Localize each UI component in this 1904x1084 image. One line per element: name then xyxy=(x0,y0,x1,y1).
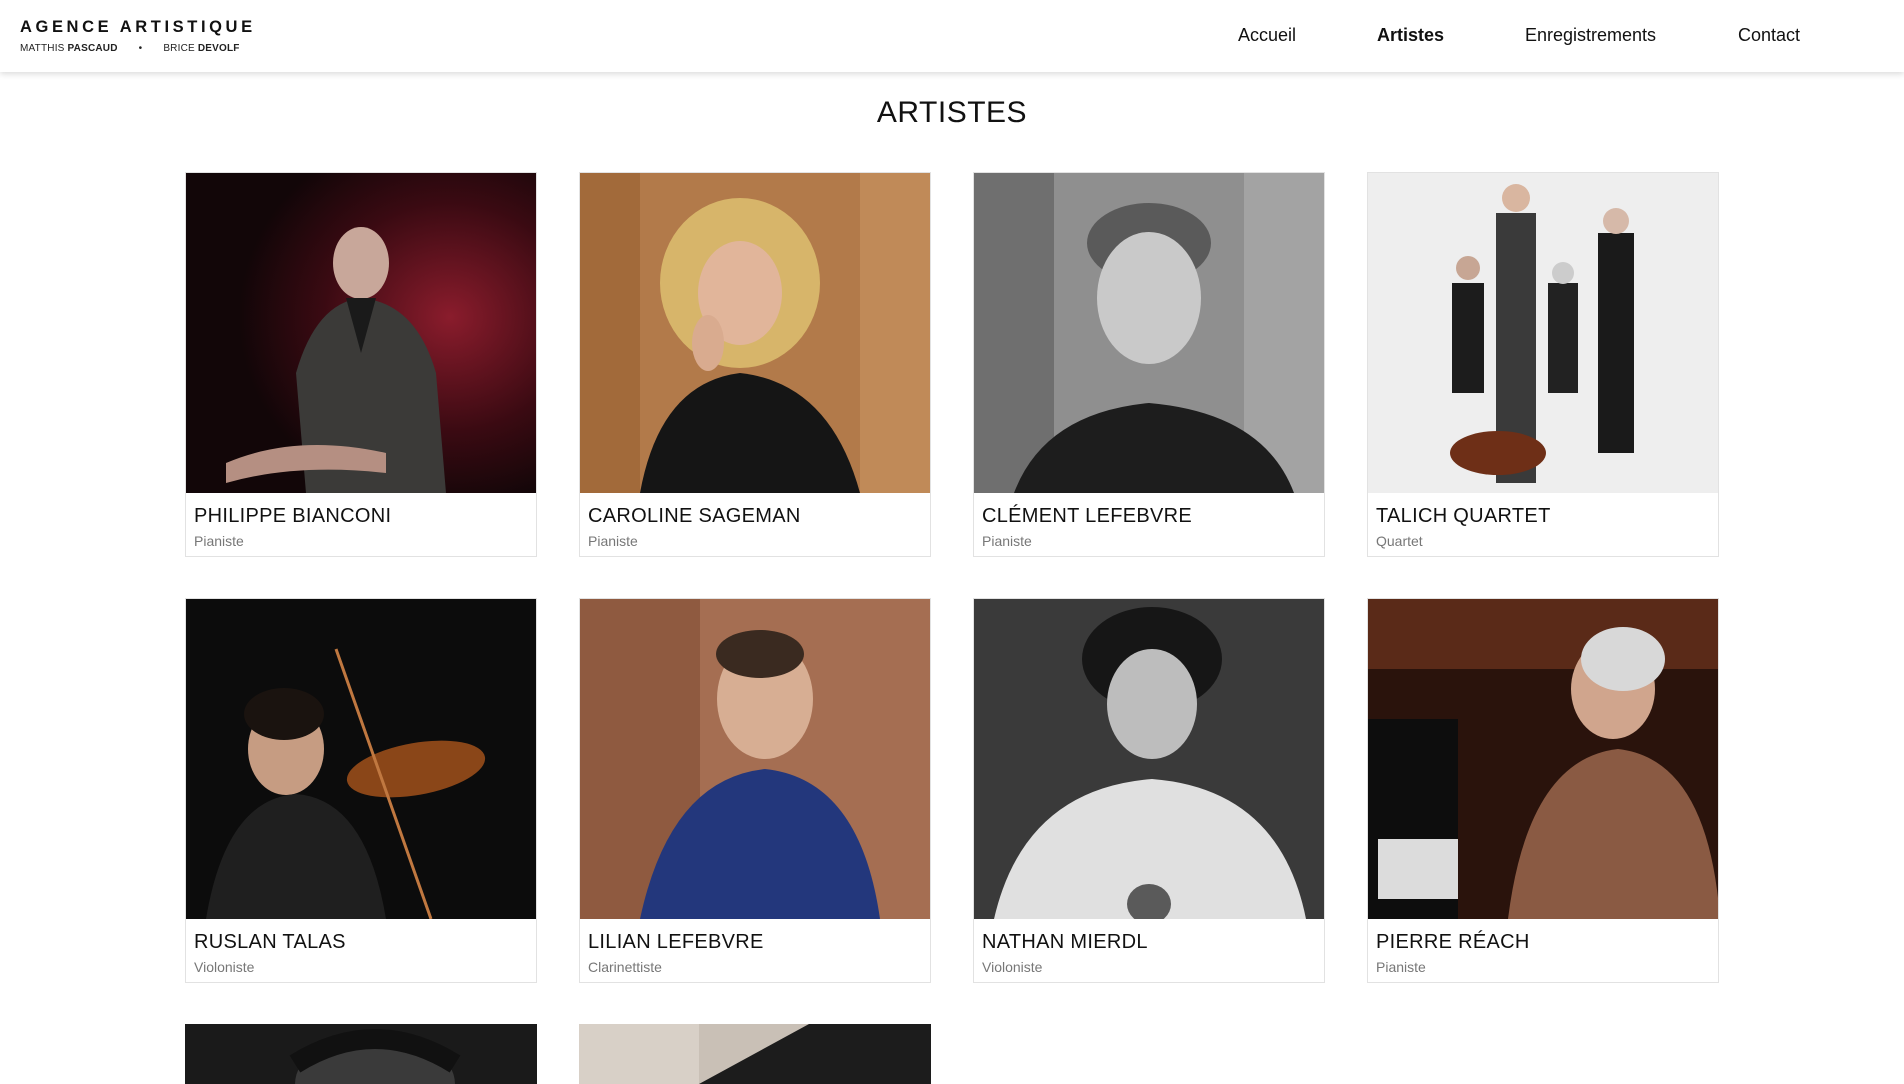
artist-photo xyxy=(580,173,930,493)
artist-card-ruslan-talas[interactable]: RUSLAN TALAS Violoniste xyxy=(185,598,537,983)
logo-subtitle: MATTHIS PASCAUD • BRICE DEVOLF xyxy=(20,43,256,54)
nav-item-contact[interactable]: Contact xyxy=(1738,25,1800,46)
artist-name: LILIAN LEFEBVRE xyxy=(588,931,764,953)
artist-card-clement-lefebvre[interactable]: CLÉMENT LEFEBVRE Pianiste xyxy=(973,172,1325,557)
page-title: ARTISTES xyxy=(876,96,1028,129)
logo-separator: • xyxy=(138,43,143,54)
nav-item-enregistrements[interactable]: Enregistrements xyxy=(1525,25,1656,46)
artist-photo xyxy=(1368,599,1718,919)
artist-card-nathan-mierdl[interactable]: NATHAN MIERDL Violoniste xyxy=(973,598,1325,983)
artist-role: Violoniste xyxy=(194,959,255,975)
artist-role: Quartet xyxy=(1376,533,1423,549)
logo-person1-first: MATTHIS xyxy=(20,43,65,54)
artist-name: RUSLAN TALAS xyxy=(194,931,346,953)
artist-photo xyxy=(579,1024,931,1084)
artist-card-pierre-reach[interactable]: PIERRE RÉACH Pianiste xyxy=(1367,598,1719,983)
artist-name: TALICH QUARTET xyxy=(1376,505,1551,527)
artist-photo xyxy=(580,599,930,919)
artist-name: NATHAN MIERDL xyxy=(982,931,1148,953)
artist-photo xyxy=(185,1024,537,1084)
artist-name: CLÉMENT LEFEBVRE xyxy=(982,505,1193,527)
logo-person1-last: PASCAUD xyxy=(67,43,118,54)
artist-card-philippe-bianconi[interactable]: PHILIPPE BIANCONI Pianiste xyxy=(185,172,537,557)
agency-logo[interactable]: AGENCE ARTISTIQUE MATTHIS PASCAUD • BRIC… xyxy=(20,18,256,54)
artist-role: Clarinettiste xyxy=(588,959,662,975)
artist-card-caroline-sageman[interactable]: CAROLINE SAGEMAN Pianiste xyxy=(579,172,931,557)
artist-card-lilian-lefebvre[interactable]: LILIAN LEFEBVRE Clarinettiste xyxy=(579,598,931,983)
site-header: AGENCE ARTISTIQUE MATTHIS PASCAUD • BRIC… xyxy=(0,0,1904,72)
artist-card-talich-quartet[interactable]: TALICH QUARTET Quartet xyxy=(1367,172,1719,557)
artist-photo xyxy=(1368,173,1718,493)
artist-role: Pianiste xyxy=(194,533,244,549)
nav-item-artistes[interactable]: Artistes xyxy=(1377,25,1444,46)
nav-item-accueil[interactable]: Accueil xyxy=(1238,25,1296,46)
logo-person2-last: DEVOLF xyxy=(197,43,240,54)
artist-photo xyxy=(186,173,536,493)
artist-role: Pianiste xyxy=(982,533,1032,549)
artist-photo xyxy=(974,599,1324,919)
logo-title: AGENCE ARTISTIQUE xyxy=(20,18,256,36)
artist-role: Violoniste xyxy=(982,959,1043,975)
artist-role: Pianiste xyxy=(1376,959,1426,975)
artist-photo xyxy=(974,173,1324,493)
logo-person2-first: BRICE xyxy=(163,43,195,54)
artist-role: Pianiste xyxy=(588,533,638,549)
artist-name: CAROLINE SAGEMAN xyxy=(588,505,801,527)
artist-card-partial[interactable] xyxy=(579,1024,931,1084)
artist-name: PHILIPPE BIANCONI xyxy=(194,505,392,527)
artist-card-partial[interactable] xyxy=(185,1024,537,1084)
artist-photo xyxy=(186,599,536,919)
artist-name: PIERRE RÉACH xyxy=(1376,931,1530,953)
